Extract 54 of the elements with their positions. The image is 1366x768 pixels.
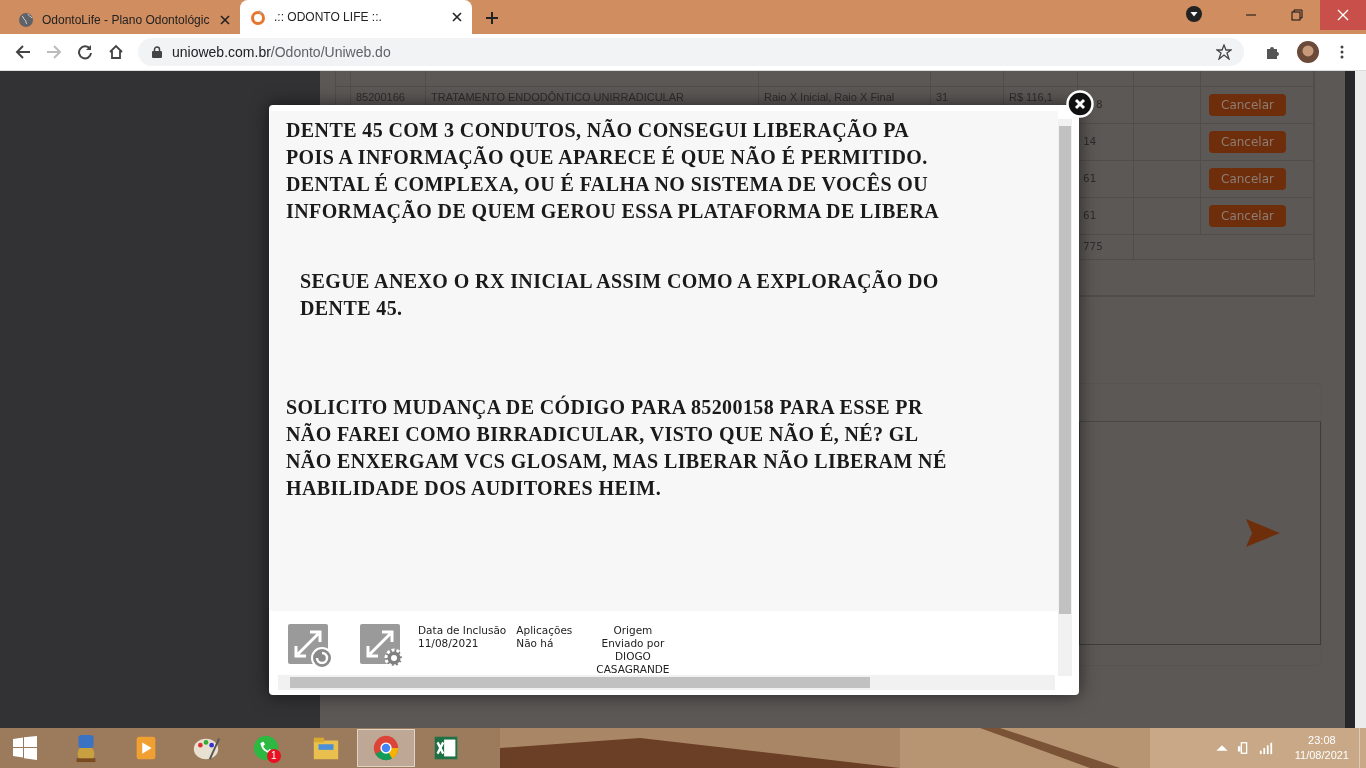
url-text: unioweb.com.br/Odonto/Uniweb.do bbox=[172, 43, 391, 60]
tab-search-icon[interactable] bbox=[1186, 6, 1202, 22]
info-label: Data de Inclusão bbox=[418, 623, 507, 637]
avatar-icon[interactable] bbox=[1297, 40, 1319, 63]
back-icon[interactable] bbox=[15, 43, 31, 60]
document-text-line: NÃO FAREI COMO BIRRADICULAR, VISTO QUE NÃO É, NÉ? GL bbox=[286, 421, 920, 447]
horizontal-scrollbar[interactable] bbox=[278, 674, 1055, 690]
star-icon[interactable] bbox=[1216, 43, 1232, 60]
info-value: Enviado por bbox=[601, 636, 665, 650]
tab-title: OdontoLife - Plano Odontológic bbox=[42, 13, 211, 27]
page-scrollbar[interactable] bbox=[1345, 70, 1366, 728]
close-window-icon[interactable] bbox=[1320, 0, 1366, 30]
reload-icon[interactable] bbox=[77, 43, 93, 60]
chrome-icon bbox=[371, 733, 401, 763]
close-icon[interactable] bbox=[220, 15, 230, 25]
info-value: Não há bbox=[516, 636, 555, 650]
clock[interactable]: 23:08 11/08/2021 bbox=[1294, 733, 1349, 763]
document-text-line: POIS A INFORMAÇÃO QUE APARECE É QUE NÃO É PERMITIDO. bbox=[286, 144, 929, 171]
document-text-line: SOLICITO MUDANÇA DE CÓDIGO PARA 85200158 PARA ESSE PR bbox=[286, 394, 924, 421]
vertical-scrollbar[interactable] bbox=[1058, 118, 1072, 676]
info-value: CASAGRANDE bbox=[596, 662, 670, 676]
document-text-line: INFORMAÇÃO DE QUEM GEROU ESSA PLATAFORMA DE LIBERA bbox=[286, 198, 941, 225]
document-text-line: DENTE 45 COM 3 CONDUTOS, NÃO CONSEGUI LIBERAÇÃO PA bbox=[286, 117, 911, 144]
taskbar-app[interactable] bbox=[357, 729, 415, 767]
info-label: Aplicações bbox=[516, 623, 573, 637]
windows-start-icon[interactable] bbox=[13, 736, 37, 760]
document-text-line: NÃO ENXERGAM VCS GLOSAM, MAS LIBERAR NÃO LIBERAM NÉ bbox=[286, 448, 948, 474]
taskbar-app[interactable]: 1 bbox=[237, 729, 295, 767]
globe-icon bbox=[18, 12, 34, 28]
clock-time: 23:08 bbox=[1308, 733, 1336, 748]
browser-tab[interactable]: .:: ODONTO LIFE ::. bbox=[240, 0, 472, 34]
new-tab-icon[interactable] bbox=[486, 12, 498, 24]
cancel-button[interactable]: Cancelar bbox=[1209, 204, 1286, 227]
info-value: 11/08/2021 bbox=[418, 636, 480, 650]
signal-icon[interactable] bbox=[1258, 741, 1273, 755]
close-icon[interactable] bbox=[452, 12, 462, 22]
ring-logo-icon bbox=[250, 9, 266, 25]
info-label: Origem bbox=[613, 623, 653, 637]
document-text-line: HABILIDADE DOS AUDITORES HEIM. bbox=[286, 475, 663, 501]
forward-icon bbox=[46, 43, 62, 60]
tab-title: .:: ODONTO LIFE ::. bbox=[274, 10, 383, 24]
address-bar[interactable]: unioweb.com.br/Odonto/Uniweb.do bbox=[138, 37, 1244, 66]
cancel-button[interactable]: Cancelar bbox=[1209, 93, 1286, 116]
cancel-button[interactable]: Cancelar bbox=[1209, 130, 1286, 153]
info-value: DIOGO bbox=[614, 649, 651, 663]
home-icon[interactable] bbox=[108, 43, 124, 60]
clock-date: 11/08/2021 bbox=[1294, 748, 1349, 763]
browser-tab[interactable]: OdontoLife - Plano Odontológic bbox=[8, 6, 240, 34]
document-text-line: DENTAL É COMPLEXA, OU É FALHA NO SISTEMA DE VOCÊS OU bbox=[286, 171, 930, 197]
document-text-line: SEGUE ANEXO O RX INICIAL ASSIM COMO A EXPLORAÇÃO DO bbox=[300, 268, 940, 295]
cancel-button[interactable]: Cancelar bbox=[1209, 167, 1286, 190]
rotate-expand-icon[interactable] bbox=[288, 623, 334, 670]
document-text-line: DENTE 45. bbox=[300, 295, 404, 321]
lock-icon bbox=[152, 45, 162, 58]
